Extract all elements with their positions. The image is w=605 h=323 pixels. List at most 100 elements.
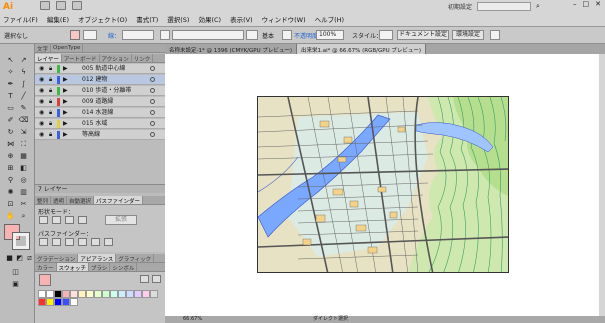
swatch-white[interactable] bbox=[46, 290, 54, 298]
minus-back-icon[interactable] bbox=[104, 238, 113, 246]
rotate-tool-icon[interactable]: ↻ bbox=[5, 128, 16, 137]
swatch-sky[interactable] bbox=[118, 290, 126, 298]
close-button[interactable]: ✕ bbox=[595, 0, 601, 8]
expand-arrow-icon[interactable]: ▶ bbox=[63, 86, 68, 96]
trim-icon[interactable] bbox=[52, 238, 61, 246]
opacity-label[interactable]: 不透明度 bbox=[294, 31, 318, 40]
tab-links[interactable]: リンク bbox=[132, 54, 154, 63]
eyedropper-icon[interactable]: ⚲ bbox=[5, 176, 16, 185]
menu-select[interactable]: 選択(S) bbox=[167, 14, 189, 24]
visibility-eye-icon[interactable]: ◉ bbox=[39, 86, 44, 96]
shaper-tool-icon[interactable]: ✐ bbox=[5, 116, 16, 125]
tab-pathfinder[interactable]: パスファインダー bbox=[94, 196, 144, 205]
grid-view-icon[interactable] bbox=[152, 275, 161, 283]
menu-view[interactable]: 表示(V) bbox=[230, 14, 253, 24]
stroke-weight[interactable] bbox=[122, 30, 154, 40]
fill-swatch[interactable] bbox=[70, 30, 80, 40]
swatch-pale-green[interactable] bbox=[94, 290, 102, 298]
tab-artboards[interactable]: アートボード bbox=[62, 54, 100, 63]
style-dropdown[interactable] bbox=[282, 30, 292, 40]
exclude-icon[interactable] bbox=[78, 216, 87, 224]
map-artwork[interactable] bbox=[257, 96, 509, 273]
swatch-periwinkle[interactable] bbox=[126, 290, 134, 298]
swatch-pale-yellow[interactable] bbox=[86, 290, 94, 298]
menu-effect[interactable]: 効果(C) bbox=[198, 14, 221, 24]
gradient-tool-icon[interactable]: ◧ bbox=[18, 164, 29, 173]
swatch-cream[interactable] bbox=[78, 290, 86, 298]
layer-row[interactable]: ◉ 🔒︎ ▶ 等高線 bbox=[35, 130, 165, 140]
target-icon[interactable] bbox=[150, 110, 155, 115]
eraser-icon[interactable]: ⌫ bbox=[18, 116, 29, 125]
menu-window[interactable]: ウィンドウ(W) bbox=[262, 14, 306, 24]
unite-icon[interactable] bbox=[39, 216, 48, 224]
variable-width[interactable] bbox=[160, 30, 170, 40]
stroke-color-icon[interactable] bbox=[12, 232, 30, 250]
zoom-level[interactable]: 66.67% bbox=[183, 316, 202, 323]
menu-object[interactable]: オブジェクト(O) bbox=[78, 14, 127, 24]
graph-tool-icon[interactable]: ▥ bbox=[18, 188, 29, 197]
visibility-eye-icon[interactable]: ◉ bbox=[39, 108, 44, 118]
maximize-button[interactable]: □ bbox=[583, 0, 590, 8]
lock-icon[interactable]: 🔒︎ bbox=[49, 64, 52, 74]
swatch-royal[interactable] bbox=[62, 298, 70, 306]
search-icon[interactable]: ⌕ bbox=[536, 2, 540, 11]
target-icon[interactable] bbox=[150, 77, 155, 82]
paintbrush-icon[interactable]: ✎ bbox=[18, 104, 29, 113]
arrange-button[interactable] bbox=[490, 30, 500, 40]
target-icon[interactable] bbox=[150, 121, 155, 126]
lock-icon[interactable]: 🔒︎ bbox=[49, 86, 52, 96]
shape-builder-icon[interactable]: ⊕ bbox=[5, 152, 16, 161]
line-tool-icon[interactable]: ╱ bbox=[18, 92, 29, 101]
target-icon[interactable] bbox=[150, 88, 155, 93]
screen-mode-icon[interactable]: ▣ bbox=[10, 280, 21, 289]
layer-row[interactable]: ◉ 🔒︎ ▶ 010 歩道・分離帯 bbox=[35, 86, 165, 96]
slice-tool-icon[interactable]: ✂ bbox=[18, 200, 29, 209]
expand-arrow-icon[interactable]: ▶ bbox=[63, 108, 68, 118]
preferences-button[interactable]: 環境設定 bbox=[452, 30, 484, 40]
lock-icon[interactable]: 🔒︎ bbox=[49, 108, 52, 118]
gpu-performance-icon[interactable] bbox=[72, 1, 82, 10]
outline-icon[interactable] bbox=[91, 238, 100, 246]
bridge-icon[interactable] bbox=[40, 1, 50, 10]
list-view-icon[interactable] bbox=[140, 275, 149, 283]
document-tab-2[interactable]: 出来栄1.ai* @ 66.67% (RGB/GPU プレビュー) bbox=[297, 44, 426, 54]
expand-arrow-icon[interactable]: ▶ bbox=[63, 75, 68, 85]
pen-tool-icon[interactable]: ✒ bbox=[5, 80, 16, 89]
merge-icon[interactable] bbox=[65, 238, 74, 246]
draw-mode-icon[interactable]: ◫ bbox=[10, 268, 21, 277]
free-transform-icon[interactable]: ⛶ bbox=[18, 140, 29, 149]
swatch-lavender[interactable] bbox=[134, 290, 142, 298]
tab-layers[interactable]: レイヤー bbox=[35, 54, 62, 63]
swatch-black[interactable] bbox=[54, 290, 62, 298]
visibility-eye-icon[interactable]: ◉ bbox=[39, 75, 44, 85]
tab-color[interactable]: カラー bbox=[35, 263, 57, 272]
tab-appearance[interactable]: アピアランス bbox=[78, 254, 117, 263]
menu-file[interactable]: ファイル(F) bbox=[3, 14, 38, 24]
visibility-eye-icon[interactable]: ◉ bbox=[39, 119, 44, 129]
tab-swatches[interactable]: スウォッチ bbox=[56, 263, 90, 272]
tab-symbols[interactable]: シンボル bbox=[110, 263, 138, 272]
none-mode-icon[interactable]: ⧄ bbox=[24, 254, 35, 263]
swatch-aqua[interactable] bbox=[110, 290, 118, 298]
arrange-documents-icon[interactable] bbox=[56, 1, 66, 10]
expand-arrow-icon[interactable]: ▶ bbox=[63, 119, 68, 129]
direct-selection-tool-icon[interactable]: ↗ bbox=[18, 56, 29, 65]
stroke-line[interactable] bbox=[246, 30, 258, 40]
tab-opentype[interactable]: OpenType bbox=[51, 44, 84, 52]
expand-button[interactable]: 拡張 bbox=[105, 215, 137, 225]
expand-arrow-icon[interactable]: ▶ bbox=[63, 64, 68, 74]
menu-help[interactable]: ヘルプ(H) bbox=[315, 14, 344, 24]
zoom-tool-icon[interactable]: ⌕ bbox=[18, 212, 29, 221]
vertical-scrollbar[interactable] bbox=[599, 54, 605, 316]
lasso-icon[interactable]: ϟ bbox=[18, 68, 29, 77]
layer-row[interactable]: ◉ 🔒︎ ▶ 012 建物 bbox=[35, 75, 165, 85]
tab-brushes[interactable]: ブラシ bbox=[89, 263, 111, 272]
swatch-rose[interactable] bbox=[142, 290, 150, 298]
tab-transparency[interactable]: 透明 bbox=[51, 196, 68, 205]
opacity-input[interactable]: 100% bbox=[316, 30, 344, 40]
type-tool-icon[interactable]: T bbox=[5, 92, 16, 101]
curvature-tool-icon[interactable]: ∫ bbox=[18, 80, 29, 89]
swatch-gray[interactable] bbox=[150, 290, 158, 298]
workspace-search[interactable] bbox=[477, 2, 531, 11]
menu-type[interactable]: 書式(T) bbox=[136, 14, 158, 24]
